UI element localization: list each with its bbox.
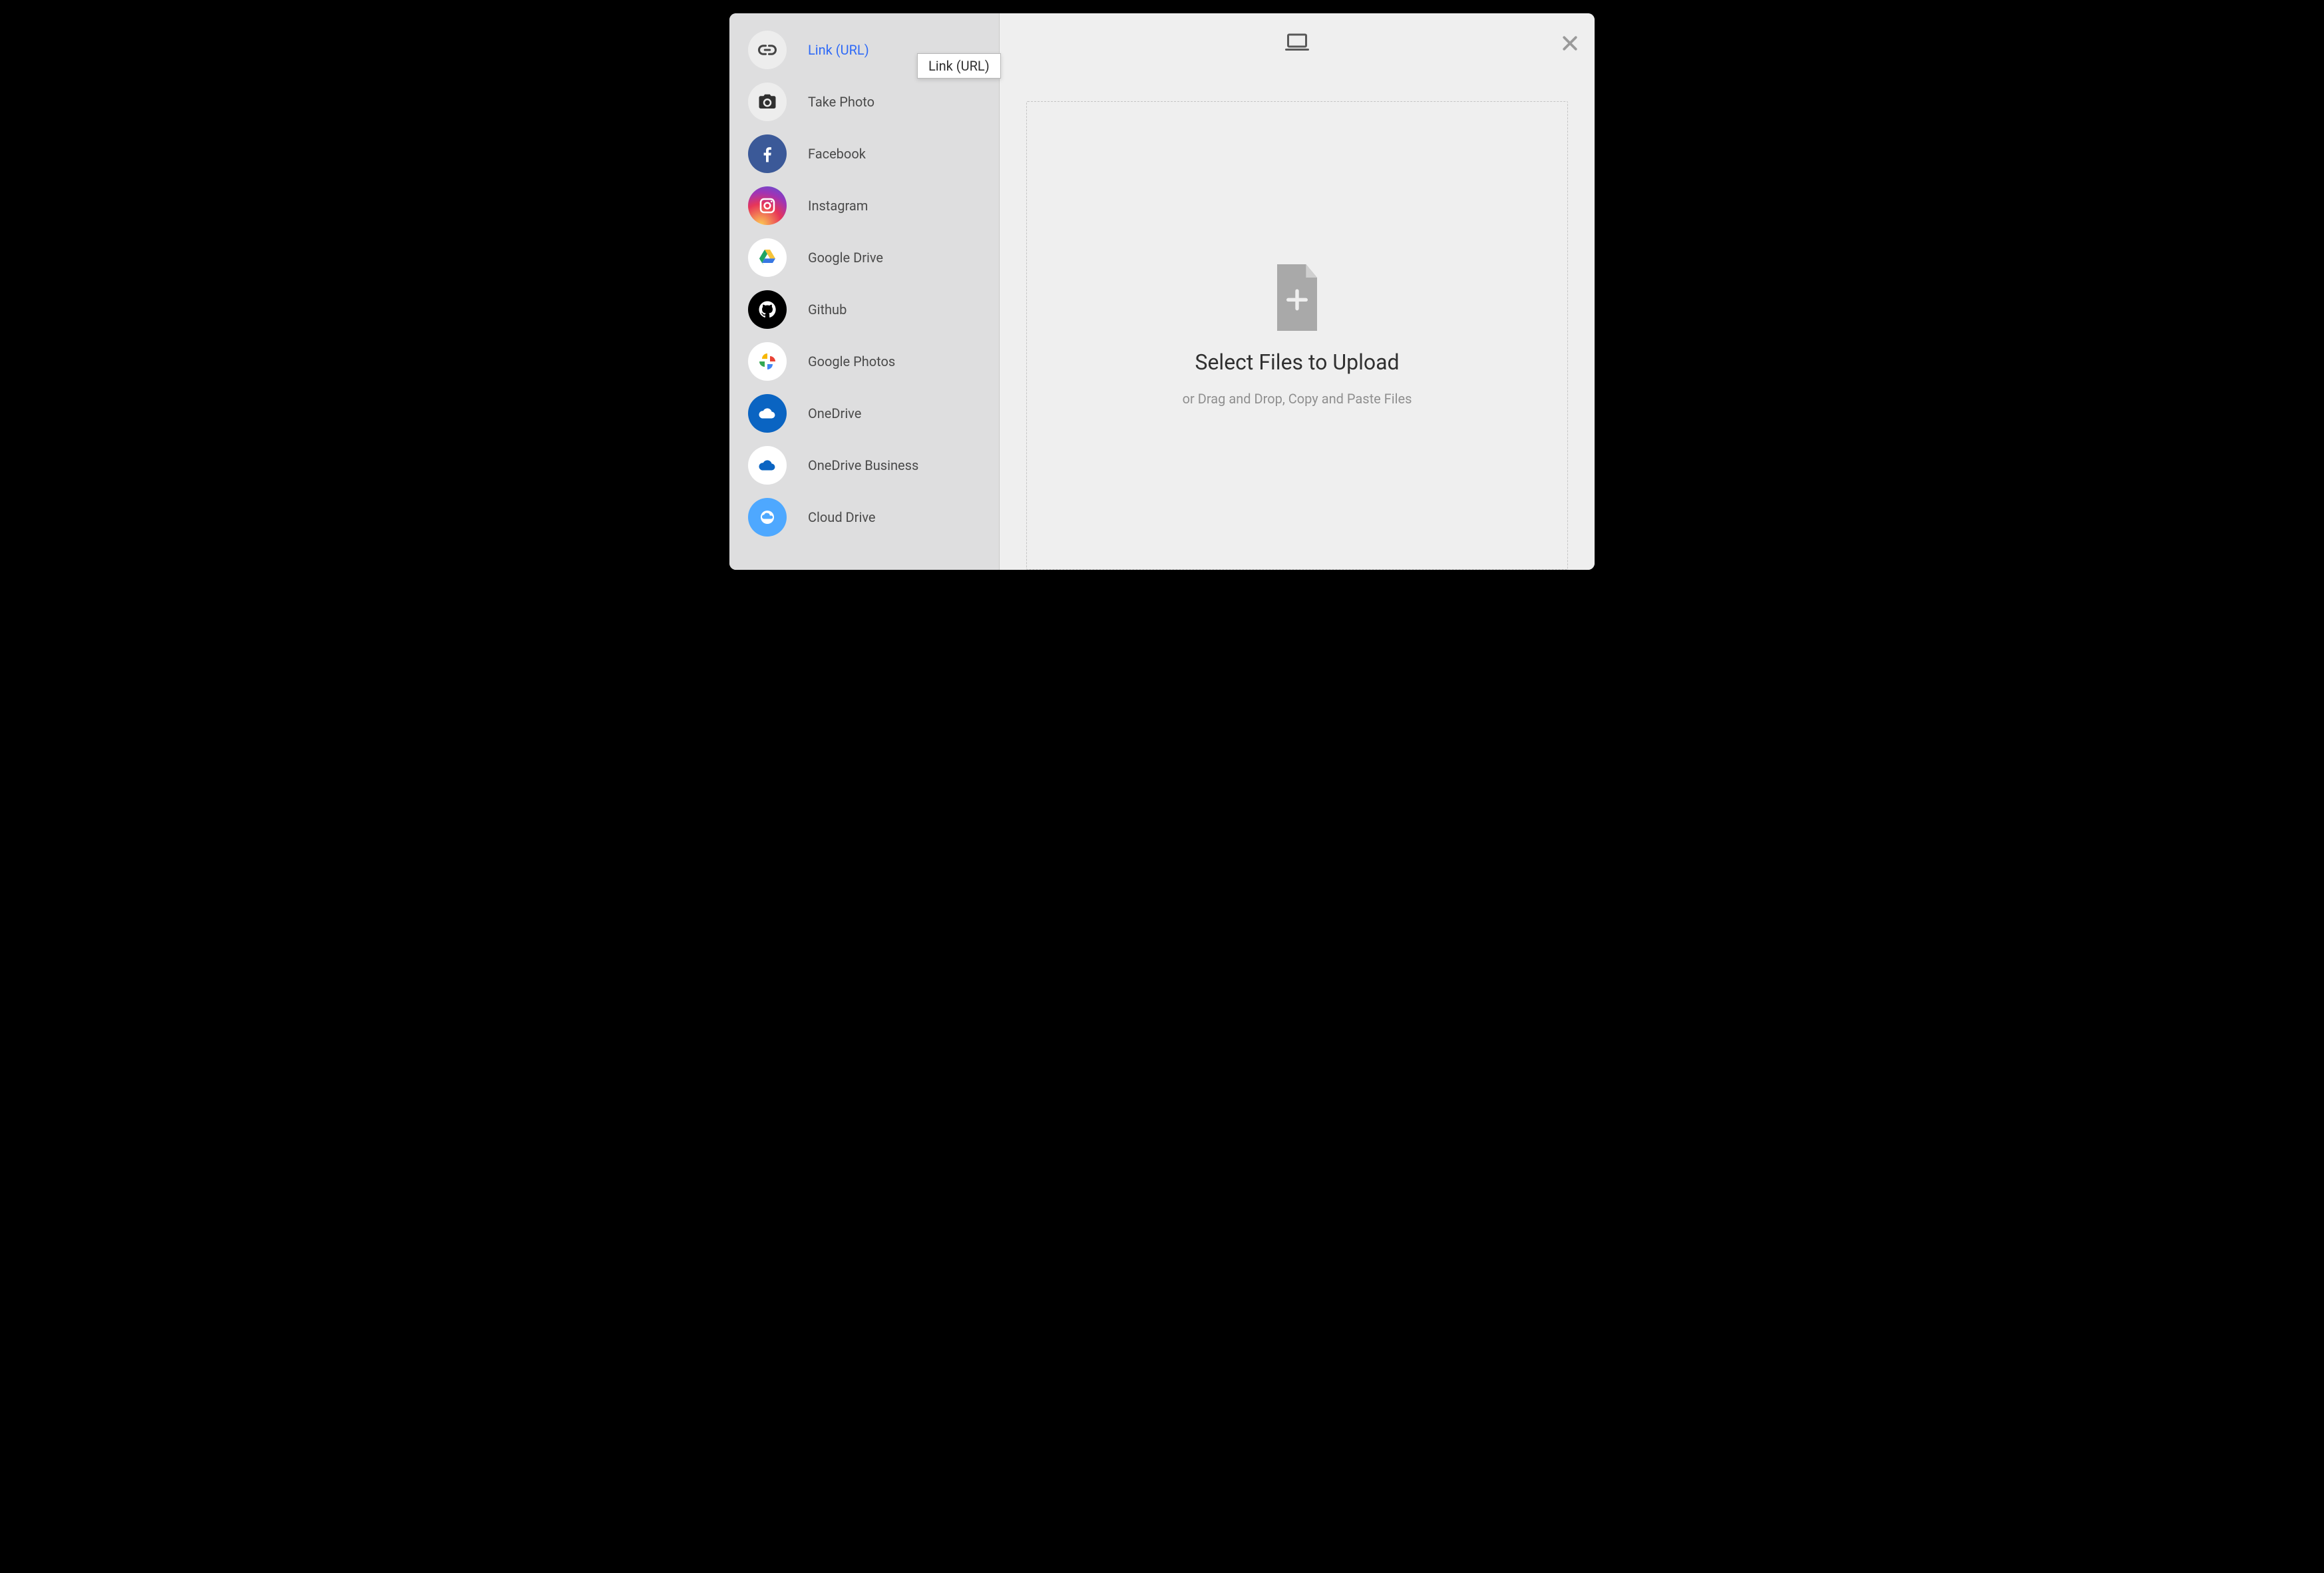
tooltip-link-url: Link (URL) <box>917 53 1001 79</box>
sidebar-item-label: Google Drive <box>808 250 980 266</box>
sidebar-item-github[interactable]: Github <box>729 284 999 336</box>
google-drive-icon <box>748 238 787 277</box>
sidebar-item-google-photos[interactable]: Google Photos <box>729 336 999 387</box>
sidebar-item-take-photo[interactable]: Take Photo <box>729 76 999 128</box>
file-picker-dialog: Link (URL) Take Photo Facebook Instagram <box>729 13 1595 570</box>
sidebar-item-google-drive[interactable]: Google Drive <box>729 232 999 284</box>
drop-title: Select Files to Upload <box>1195 349 1399 375</box>
camera-icon <box>748 83 787 121</box>
drop-subtitle: or Drag and Drop, Copy and Paste Files <box>1183 391 1412 407</box>
onedrive-business-icon <box>748 446 787 485</box>
sidebar-item-label: Take Photo <box>808 94 980 110</box>
sidebar-item-cloud-drive[interactable]: Cloud Drive <box>729 491 999 543</box>
github-icon <box>748 290 787 329</box>
sidebar-item-onedrive-business[interactable]: OneDrive Business <box>729 439 999 491</box>
sidebar-item-facebook[interactable]: Facebook <box>729 128 999 180</box>
sidebar-item-label: Instagram <box>808 198 980 214</box>
sidebar-item-label: OneDrive Business <box>808 457 980 473</box>
sidebar-item-label: Facebook <box>808 146 980 162</box>
laptop-icon <box>1285 33 1309 55</box>
cloud-drive-icon <box>748 498 787 537</box>
facebook-icon <box>748 134 787 173</box>
sidebar-item-onedrive[interactable]: OneDrive <box>729 387 999 439</box>
upload-panel: Select Files to Upload or Drag and Drop,… <box>1000 13 1595 570</box>
sidebar-item-instagram[interactable]: Instagram <box>729 180 999 232</box>
sidebar-item-label: Cloud Drive <box>808 509 980 525</box>
sidebar-item-label: Google Photos <box>808 353 980 369</box>
close-button[interactable] <box>1560 33 1580 56</box>
google-photos-icon <box>748 342 787 381</box>
link-icon <box>748 31 787 69</box>
source-sidebar: Link (URL) Take Photo Facebook Instagram <box>729 13 1000 570</box>
panel-header <box>1000 13 1595 75</box>
file-drop-area[interactable]: Select Files to Upload or Drag and Drop,… <box>1026 101 1568 570</box>
sidebar-item-label: Github <box>808 302 980 318</box>
instagram-icon <box>748 186 787 225</box>
file-plus-icon <box>1270 264 1324 334</box>
onedrive-icon <box>748 394 787 433</box>
sidebar-item-label: OneDrive <box>808 405 980 421</box>
